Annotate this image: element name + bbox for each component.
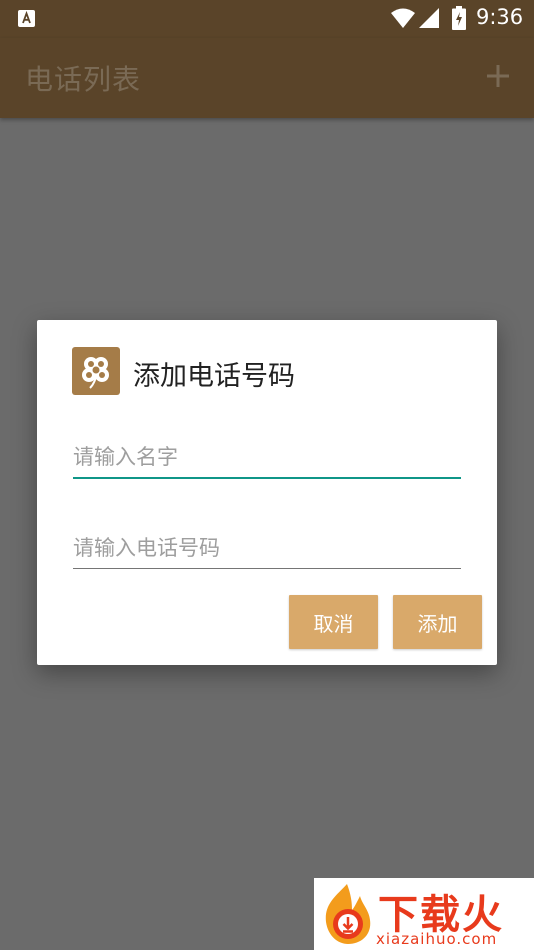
app-title: 电话列表 (25, 63, 142, 96)
cancel-button[interactable]: 取消 (289, 595, 378, 649)
add-button[interactable]: 添加 (393, 595, 482, 649)
phone-input[interactable] (73, 528, 461, 569)
battery-charging-icon (452, 6, 466, 30)
dialog-title: 添加电话号码 (133, 361, 295, 392)
wifi-icon (391, 8, 415, 28)
watermark-url: xiazaihuo.com (376, 930, 498, 948)
app-notification-icon (18, 10, 35, 27)
flame-logo-icon (325, 884, 371, 944)
clover-logo-icon (72, 347, 120, 395)
signal-icon (419, 8, 439, 28)
add-phone-dialog: 添加电话号码 取消 添加 (37, 320, 497, 665)
watermark: 下载火 xiazaihuo.com (314, 878, 534, 950)
name-input[interactable] (73, 437, 461, 479)
app-bar: 电话列表 (0, 38, 534, 118)
status-time: 9:36 (476, 5, 524, 29)
add-icon[interactable] (485, 63, 511, 89)
status-bar: 9:36 (0, 0, 534, 38)
